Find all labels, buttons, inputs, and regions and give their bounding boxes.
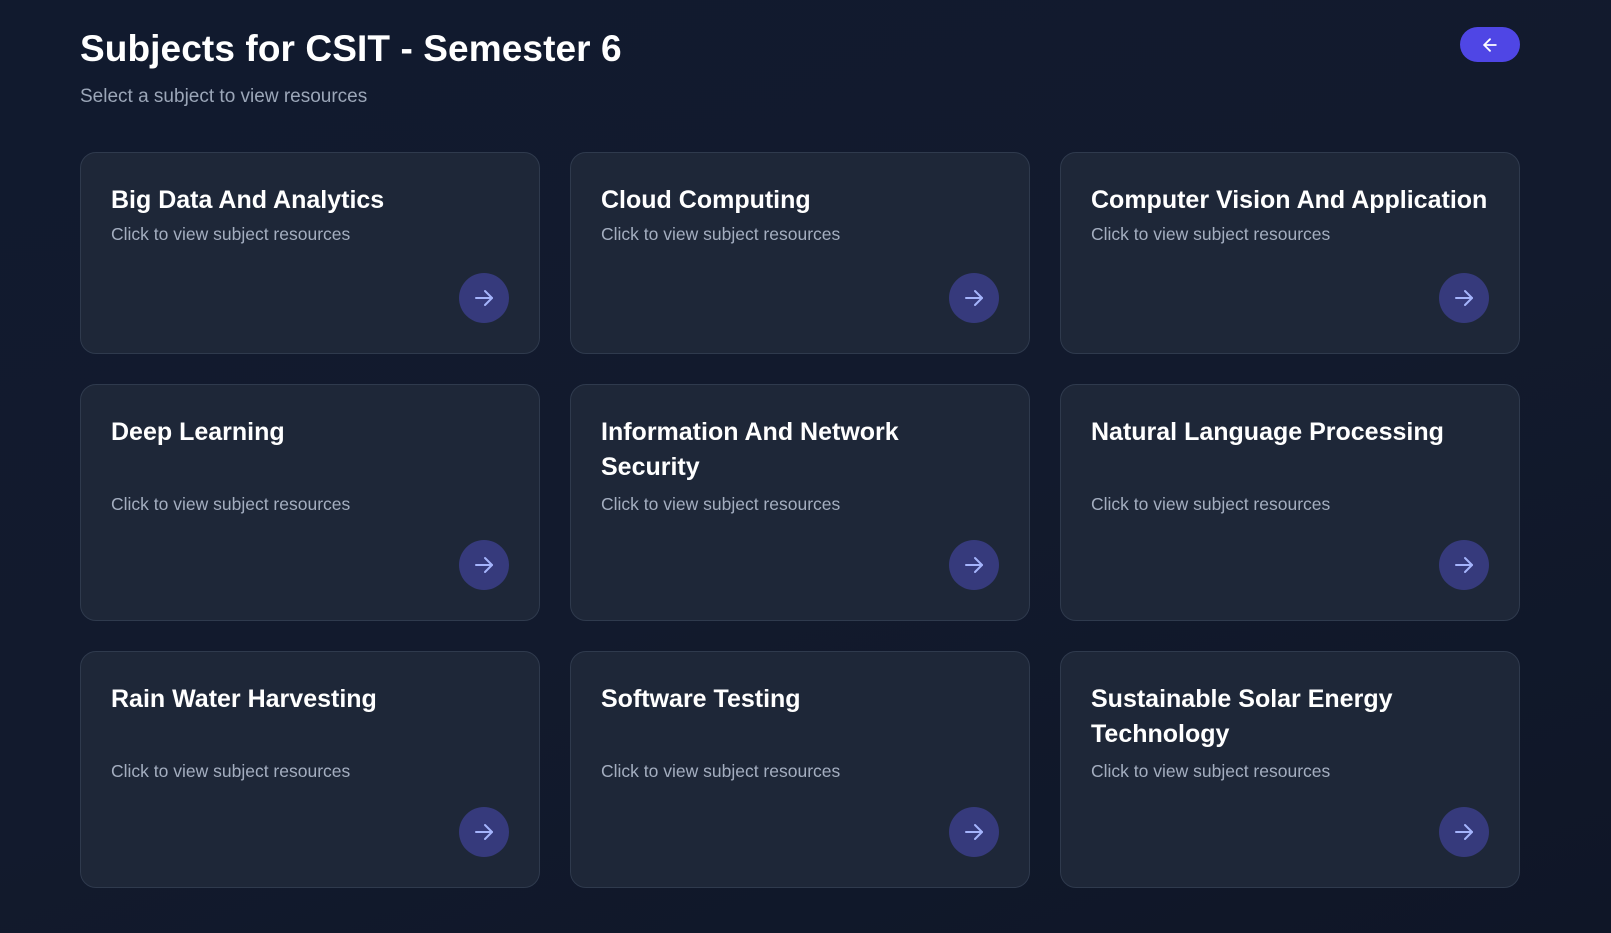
arrow-left-icon xyxy=(1480,35,1500,55)
open-subject-button[interactable] xyxy=(1439,273,1489,323)
open-subject-button[interactable] xyxy=(949,273,999,323)
subject-description: Click to view subject resources xyxy=(601,494,841,514)
subject-description: Click to view subject resources xyxy=(111,224,351,244)
open-subject-button[interactable] xyxy=(1439,540,1489,590)
subject-card[interactable]: Rain Water Harvesting Click to view subj… xyxy=(80,651,540,888)
subject-card[interactable]: Sustainable Solar Energy Technology Clic… xyxy=(1060,651,1520,888)
arrow-right-icon xyxy=(472,286,496,310)
arrow-right-icon xyxy=(962,286,986,310)
arrow-right-icon xyxy=(472,553,496,577)
subject-description: Click to view subject resources xyxy=(111,494,351,514)
subject-title: Computer Vision And Application xyxy=(1091,186,1488,214)
subject-card[interactable]: Software Testing Click to view subject r… xyxy=(570,651,1030,888)
arrow-right-icon xyxy=(472,820,496,844)
subject-title: Deep Learning xyxy=(111,418,285,446)
arrow-right-icon xyxy=(1452,553,1476,577)
open-subject-button[interactable] xyxy=(459,273,509,323)
subject-description: Click to view subject resources xyxy=(111,761,351,781)
subject-card[interactable]: Computer Vision And Application Click to… xyxy=(1060,152,1520,354)
subject-card[interactable]: Cloud Computing Click to view subject re… xyxy=(570,152,1030,354)
back-button[interactable] xyxy=(1460,27,1520,62)
open-subject-button[interactable] xyxy=(1439,807,1489,857)
subject-title: Big Data And Analytics xyxy=(111,186,385,214)
subject-description: Click to view subject resources xyxy=(1091,761,1331,781)
arrow-right-icon xyxy=(962,553,986,577)
subject-card[interactable]: Big Data And Analytics Click to view sub… xyxy=(80,152,540,354)
subject-card[interactable]: Natural Language Processing Click to vie… xyxy=(1060,384,1520,621)
page-subtitle: Select a subject to view resources xyxy=(80,86,368,107)
open-subject-button[interactable] xyxy=(949,807,999,857)
subject-description: Click to view subject resources xyxy=(601,761,841,781)
subject-title: Natural Language Processing xyxy=(1091,418,1444,446)
subject-card[interactable]: Information And Network Security Click t… xyxy=(570,384,1030,621)
page: Subjects for CSIT - Semester 6 Select a … xyxy=(80,0,1520,888)
subject-card[interactable]: Deep Learning Click to view subject reso… xyxy=(80,384,540,621)
subject-description: Click to view subject resources xyxy=(1091,224,1331,244)
subject-title: Rain Water Harvesting xyxy=(111,685,377,713)
arrow-right-icon xyxy=(1452,286,1476,310)
open-subject-button[interactable] xyxy=(459,540,509,590)
subject-title: Sustainable Solar Energy Technology xyxy=(1091,685,1393,748)
page-title: Subjects for CSIT - Semester 6 xyxy=(80,28,622,69)
subject-description: Click to view subject resources xyxy=(601,224,841,244)
subject-title: Information And Network Security xyxy=(601,418,899,481)
subject-title: Cloud Computing xyxy=(601,186,811,214)
arrow-right-icon xyxy=(962,820,986,844)
subject-grid: Big Data And Analytics Click to view sub… xyxy=(80,152,1520,888)
arrow-right-icon xyxy=(1452,820,1476,844)
subject-title: Software Testing xyxy=(601,685,801,713)
open-subject-button[interactable] xyxy=(459,807,509,857)
page-header: Subjects for CSIT - Semester 6 Select a … xyxy=(80,0,1520,152)
subject-description: Click to view subject resources xyxy=(1091,494,1331,514)
open-subject-button[interactable] xyxy=(949,540,999,590)
